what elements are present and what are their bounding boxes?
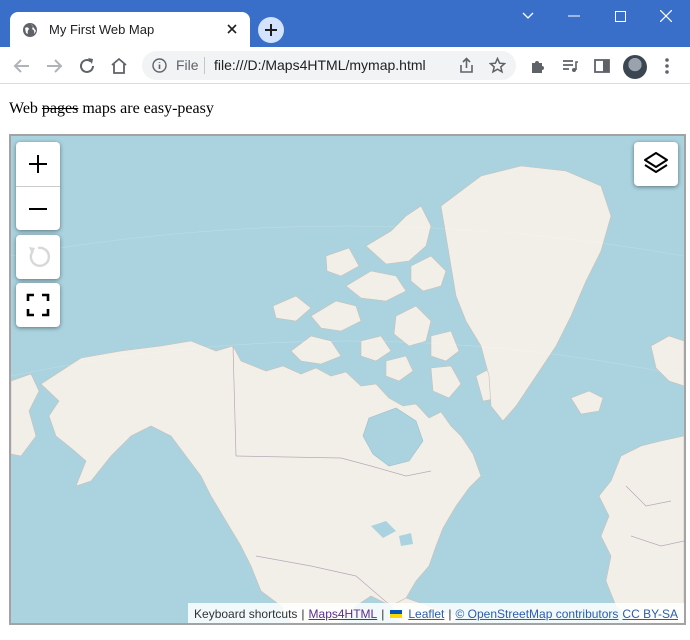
forward-button[interactable] [44,56,64,76]
address-scheme: File [176,57,199,73]
zoom-out-icon [29,207,47,210]
fullscreen-icon [26,293,50,317]
extensions-icon [532,61,544,73]
share-icon[interactable] [458,57,475,74]
layers-button[interactable] [634,142,678,186]
browser-tab[interactable]: My First Web Map [10,12,250,47]
fullscreen-button[interactable] [16,283,60,327]
menu-icon [665,58,669,74]
home-button[interactable] [109,56,129,76]
map-viewer[interactable]: Keyboard shortcuts | Maps4HTML | Leaflet… [9,134,686,625]
globe-icon [23,22,37,37]
osm-link[interactable]: © OpenStreetMap contributors [456,607,619,621]
back-button[interactable] [12,56,32,76]
minimize-icon [568,15,580,17]
license-link[interactable]: CC BY-SA [622,607,678,621]
close-icon[interactable] [224,21,240,37]
maps4html-link[interactable]: Maps4HTML [309,607,378,621]
keyboard-shortcuts-link[interactable]: Keyboard shortcuts [194,607,297,621]
layers-icon [644,152,668,173]
address-url[interactable]: file:///D:/Maps4HTML/mymap.html [214,57,426,73]
side-panel-button[interactable] [592,56,612,76]
zoom-out-button[interactable] [16,186,60,230]
map-attribution: Keyboard shortcuts | Maps4HTML | Leaflet… [188,603,684,623]
reload-map-icon [29,246,51,267]
heading-before: Web [9,100,38,117]
title-bar: My First Web Map [0,0,690,47]
zoom-in-icon [29,155,47,173]
avatar[interactable] [623,55,647,79]
extensions-button[interactable] [528,56,548,76]
maximize-icon [614,10,626,22]
star-icon[interactable] [489,57,506,74]
plus-icon [265,24,277,36]
reload-icon [80,58,94,73]
map-tiles[interactable] [11,136,684,623]
zoom-in-button[interactable] [16,142,60,186]
browser-menu-button[interactable] [657,56,677,76]
close-window-icon [660,10,672,22]
forward-icon [47,59,63,73]
sidepanel-icon [594,59,610,73]
tab-title: My First Web Map [49,22,155,37]
info-icon[interactable] [152,58,167,73]
address-bar[interactable]: File file:///D:/Maps4HTML/mymap.html [142,51,516,80]
close-window-button[interactable] [643,3,689,29]
maximize-button[interactable] [597,3,643,29]
leaflet-link[interactable]: Leaflet [408,607,444,621]
ukraine-flag-icon [390,610,403,618]
browser-toolbar: File file:///D:/Maps4HTML/mymap.html [0,47,690,84]
back-icon [13,59,29,73]
reload-map-button[interactable] [16,235,60,279]
new-tab-button[interactable] [258,17,284,43]
minimize-button[interactable] [551,3,597,29]
media-icon [563,60,578,72]
attribution-separator: | [381,607,385,621]
tab-search-button[interactable] [505,3,551,29]
media-button[interactable] [560,56,580,76]
home-icon [111,57,127,74]
heading-struck: pages [41,100,79,117]
reload-button[interactable] [77,56,97,76]
address-divider [204,57,205,74]
attribution-separator: | [301,607,305,621]
zoom-control [16,142,60,230]
heading-after: maps are easy-peasy [82,100,214,117]
page-heading: Web pages maps are easy-peasy [9,100,214,118]
attribution-separator: | [448,607,452,621]
chevron-down-icon [522,12,534,19]
